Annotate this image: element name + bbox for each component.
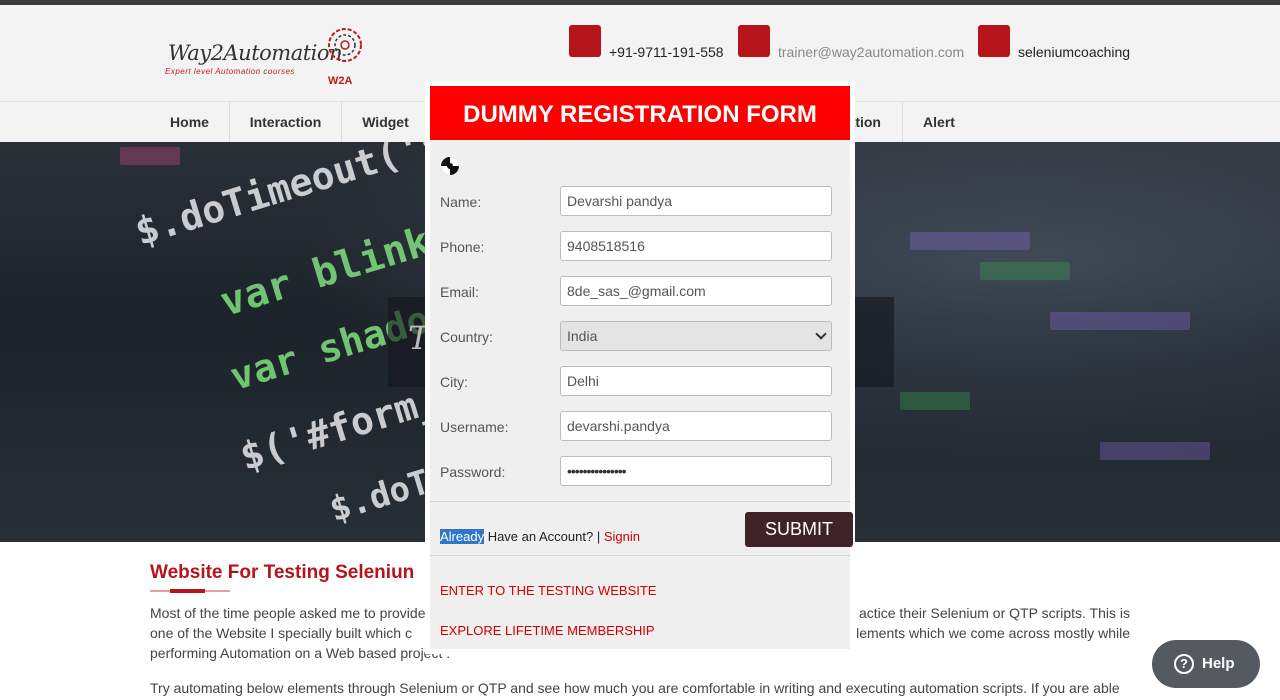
divider	[430, 501, 850, 502]
nav-item-interaction[interactable]: Interaction	[230, 102, 342, 142]
username-row: Username: devarshi.pandya	[440, 411, 840, 441]
logo-brand: Way2Automation	[168, 41, 343, 65]
password-label: Password:	[440, 464, 506, 480]
contact-phone-text: +91-9711-191-558	[609, 44, 724, 60]
password-row: Password: •••••••••••••••	[440, 456, 840, 486]
logo-mark-icon	[328, 28, 362, 62]
email-input[interactable]: 8de_sas_@gmail.com	[560, 276, 832, 306]
spinner-icon	[441, 157, 459, 175]
signin-prompt: Already Have an Account? | Signin	[440, 529, 640, 544]
name-row: Name: Devarshi pandya	[440, 186, 840, 216]
contact-skype-text: seleniumcoaching	[1018, 44, 1131, 60]
username-input[interactable]: devarshi.pandya	[560, 411, 832, 441]
lifetime-membership-link[interactable]: EXPLORE LIFETIME MEMBERSHIP	[440, 623, 655, 638]
code-bar	[900, 392, 970, 410]
phone-icon	[569, 25, 601, 57]
country-select[interactable]: India	[560, 321, 832, 351]
logo-mark-text: W2A	[328, 75, 353, 87]
signin-link[interactable]: Signin	[604, 529, 640, 544]
site-logo[interactable]: Way2Automation Expert level Automation c…	[160, 20, 375, 90]
para-line: lements which we come across mostly whil…	[856, 625, 1130, 641]
code-bar	[1050, 312, 1190, 330]
country-row: Country: India	[440, 321, 840, 351]
enter-testing-website-link[interactable]: ENTER TO THE TESTING WEBSITE	[440, 583, 656, 598]
modal-title: DUMMY REGISTRATION FORM	[430, 86, 850, 140]
email-label: Email:	[440, 284, 479, 300]
country-value: India	[567, 328, 598, 344]
chevron-down-icon	[815, 328, 827, 340]
help-button[interactable]: ? Help	[1152, 640, 1260, 688]
code-bar	[1100, 442, 1210, 460]
logo-tagline: Expert level Automation courses	[165, 67, 295, 76]
para-line: one of the Website I specially built whi…	[150, 625, 412, 641]
city-input[interactable]: Delhi	[560, 366, 832, 396]
heading-underline	[150, 589, 230, 593]
city-row: City: Delhi	[440, 366, 840, 396]
name-label: Name:	[440, 194, 482, 210]
code-bar	[980, 262, 1070, 280]
password-input[interactable]: •••••••••••••••	[560, 456, 832, 486]
second-paragraph: Try automating below elements through Se…	[150, 680, 1120, 696]
contact-email-text[interactable]: trainer@way2automation.com	[778, 44, 964, 60]
username-label: Username:	[440, 419, 509, 435]
city-label: City:	[440, 374, 468, 390]
para-line: Most of the time people asked me to prov…	[150, 605, 426, 621]
email-row: Email: 8de_sas_@gmail.com	[440, 276, 840, 306]
mail-icon	[738, 25, 770, 57]
phone-row: Phone: 9408518516	[440, 231, 840, 261]
para-line: performing Automation on a Web based pro…	[150, 645, 451, 661]
skype-icon	[978, 25, 1010, 57]
code-bar	[910, 232, 1030, 250]
phone-label: Phone:	[440, 239, 485, 255]
submit-button[interactable]: SUBMIT	[745, 512, 853, 547]
phone-input[interactable]: 9408518516	[560, 231, 832, 261]
para-line: actice their Selenium or QTP scripts. Th…	[858, 605, 1130, 621]
divider	[430, 555, 850, 556]
registration-modal: DUMMY REGISTRATION FORM Name: Devarshi p…	[425, 81, 855, 654]
help-label: Help	[1202, 655, 1235, 672]
nav-item-alert[interactable]: Alert	[903, 102, 975, 142]
nav-item-home[interactable]: Home	[150, 102, 230, 142]
code-bar	[120, 147, 180, 165]
nav-item-widget[interactable]: Widget	[342, 102, 430, 142]
signin-text: Have an Account? |	[484, 529, 604, 544]
country-label: Country:	[440, 329, 493, 345]
signin-highlight: Already	[440, 529, 485, 544]
help-icon: ?	[1174, 654, 1194, 674]
name-input[interactable]: Devarshi pandya	[560, 186, 832, 216]
